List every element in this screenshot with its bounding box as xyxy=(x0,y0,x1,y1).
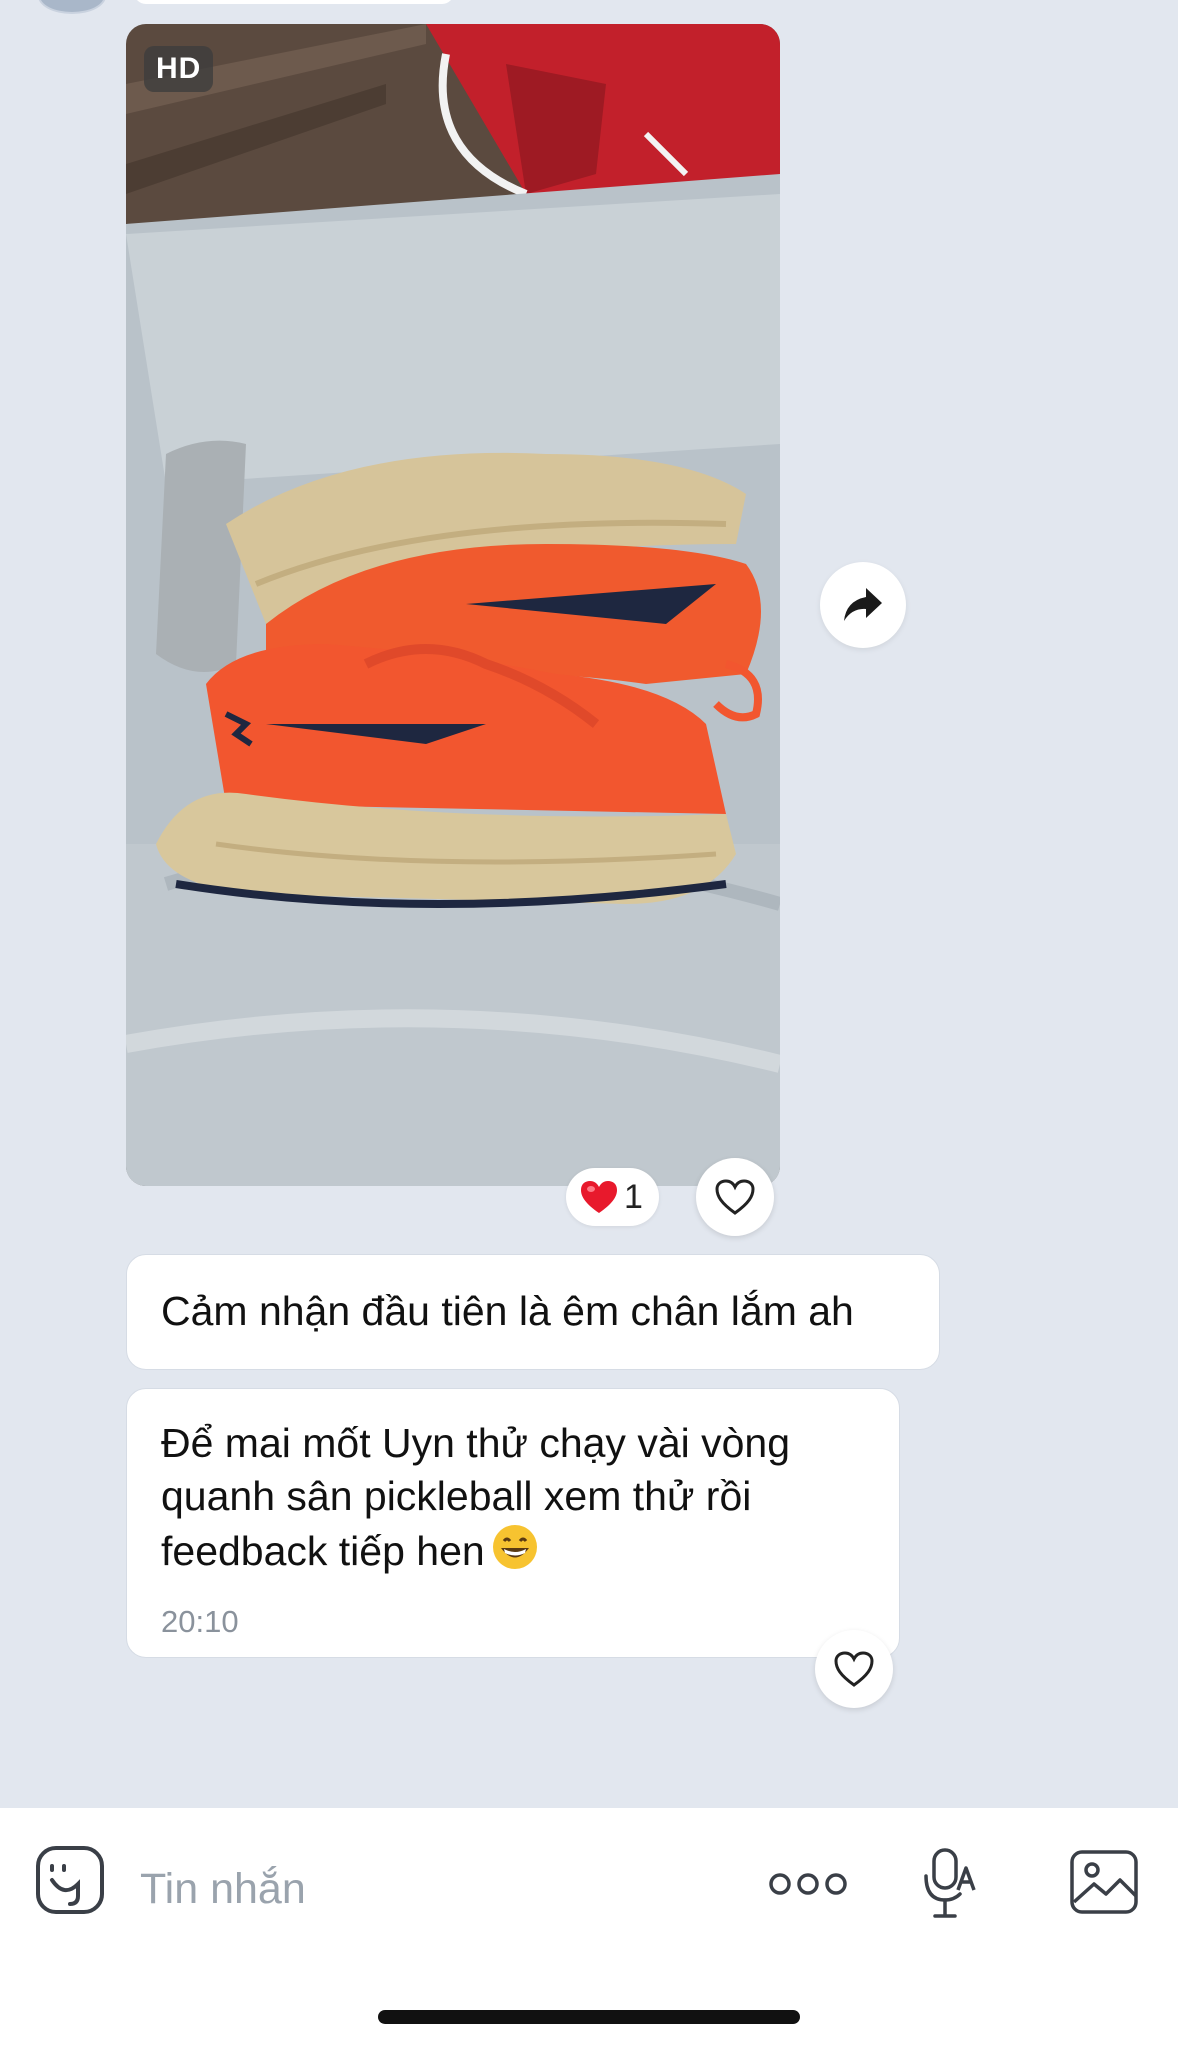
image-icon[interactable] xyxy=(1068,1848,1140,1921)
share-arrow-icon xyxy=(844,588,882,621)
message-text: Để mai mốt Uyn thử chạy vài vòng quanh s… xyxy=(161,1420,791,1574)
reaction-summary[interactable]: 1 xyxy=(566,1168,659,1226)
message-bubble[interactable]: Để mai mốt Uyn thử chạy vài vòng quanh s… xyxy=(126,1388,900,1658)
sender-avatar[interactable] xyxy=(38,0,106,14)
hd-badge: HD xyxy=(144,46,214,92)
reaction-count: 1 xyxy=(624,1177,643,1216)
previous-message-bubble xyxy=(134,0,454,4)
forward-button[interactable] xyxy=(820,562,906,648)
grinning-emoji xyxy=(491,1523,539,1584)
shoe-photo-illustration xyxy=(126,24,780,1186)
more-icon[interactable] xyxy=(768,1870,848,1903)
message-text: Cảm nhận đầu tiên là êm chân lắm ah xyxy=(161,1288,854,1334)
heart-outline-icon xyxy=(715,1179,755,1215)
heart-reaction-icon xyxy=(581,1181,617,1213)
photo-like-button[interactable] xyxy=(696,1158,774,1236)
message-input[interactable] xyxy=(138,1852,702,1926)
sticker-icon[interactable] xyxy=(34,1844,106,1921)
home-indicator xyxy=(378,2010,800,2024)
photo-message[interactable]: HD xyxy=(126,24,780,1186)
message-bubble[interactable]: Cảm nhận đầu tiên là êm chân lắm ah xyxy=(126,1254,940,1370)
heart-outline-icon xyxy=(834,1651,874,1687)
message-time: 20:10 xyxy=(161,1604,239,1639)
voice-to-text-icon[interactable] xyxy=(920,1846,980,1931)
message-like-button[interactable] xyxy=(815,1630,893,1708)
